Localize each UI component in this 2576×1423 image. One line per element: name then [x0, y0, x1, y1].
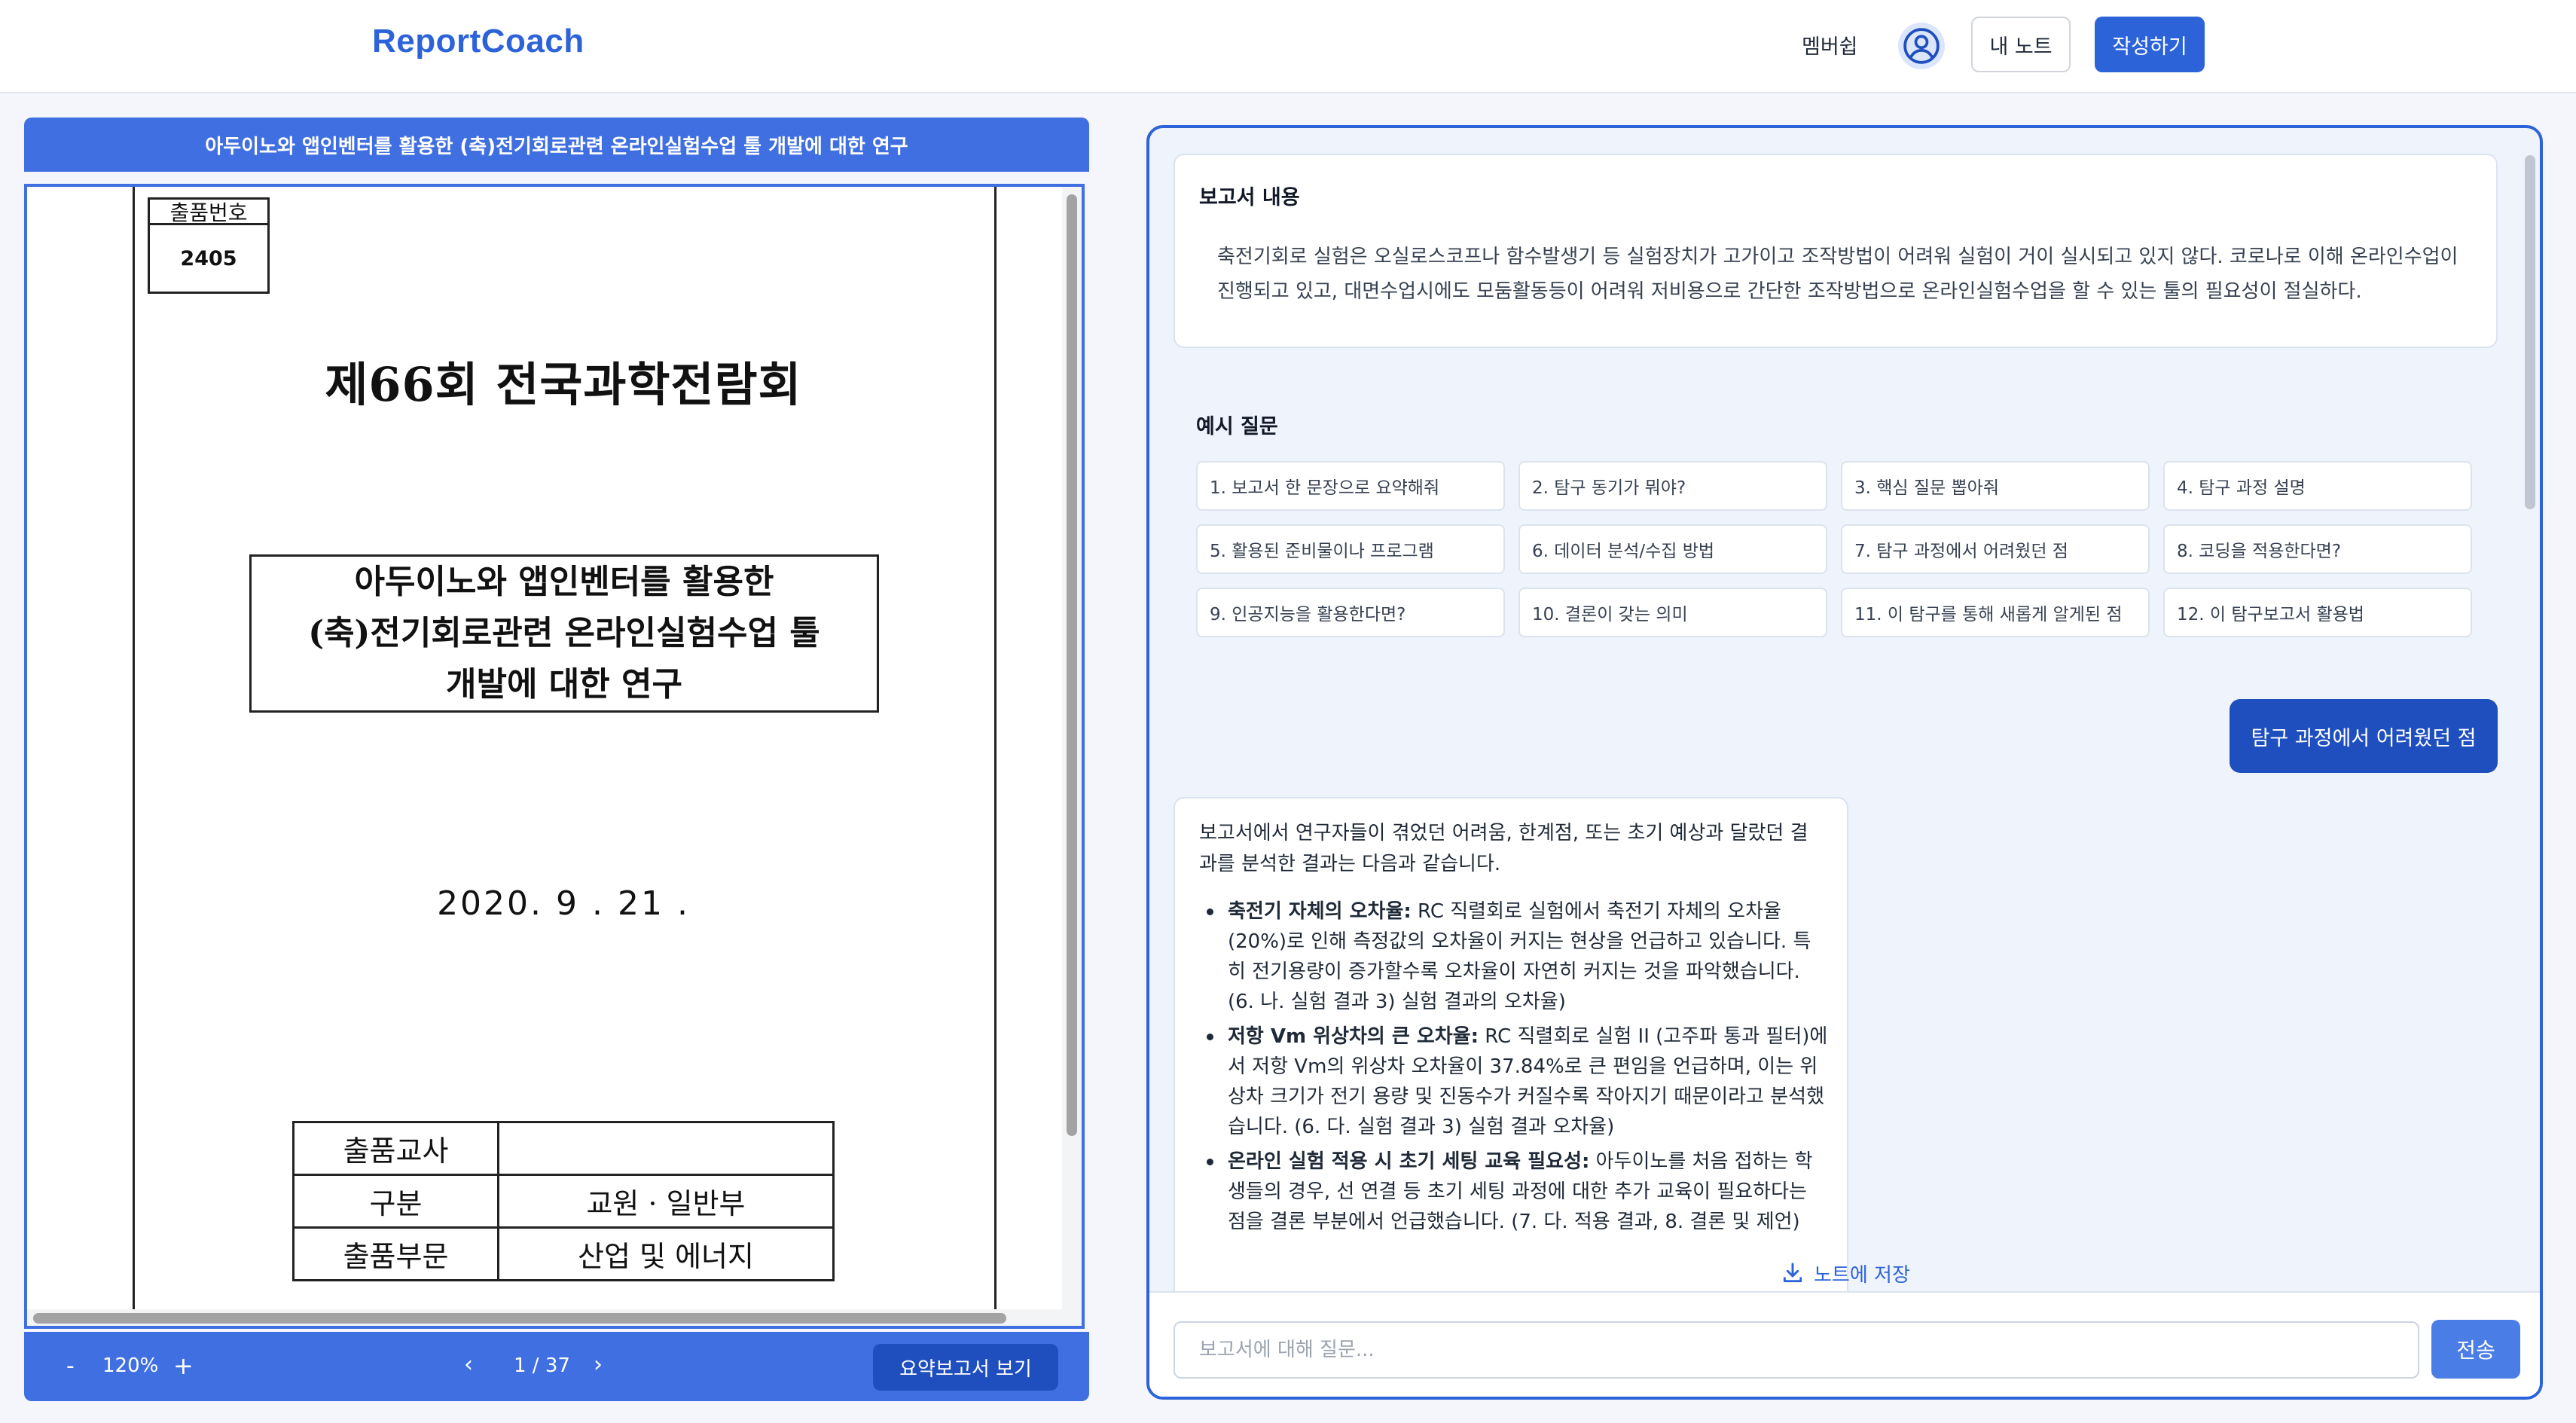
horizontal-scroll-thumb[interactable] [33, 1313, 1006, 1324]
report-card-body: 축전기회로 실험은 오실로스코프나 함수발생기 등 실험장치가 고가이고 조작방… [1217, 246, 2458, 303]
table-key: 출품부문 [292, 1226, 499, 1281]
example-question-chip[interactable]: 10. 결론이 갖는 의미 [1518, 588, 1827, 637]
next-page-button[interactable]: › [594, 1351, 603, 1378]
my-notes-button[interactable]: 내 노트 [1971, 17, 2071, 72]
answer-item-heading: 온라인 실험 적용 시 초기 세팅 교육 필요성: [1228, 1150, 1590, 1173]
vertical-scroll-thumb[interactable] [1067, 194, 1077, 1136]
example-question-chip[interactable]: 6. 데이터 분석/수집 방법 [1518, 524, 1827, 574]
pdf-viewer[interactable]: 출품번호 2405 제66회 전국과학전람회 아두이노와 앱인벤터를 활용한 (… [24, 184, 1085, 1329]
page-indicator: 1 / 37 [514, 1354, 570, 1377]
report-card-title: 보고서 내용 [1199, 186, 1300, 209]
answer-item-heading: 저항 Vm 위상차의 큰 오차율: [1228, 1025, 1479, 1048]
example-question-chip[interactable]: 8. 코딩을 적용한다면? [2163, 524, 2472, 574]
paper-title-box: 아두이노와 앱인벤터를 활용한 (축)전기회로관련 온라인실험수업 툴 개발에 … [249, 554, 879, 713]
entry-number-label: 출품번호 [150, 200, 267, 225]
app-logo[interactable]: ReportCoach [372, 23, 584, 60]
prev-page-button[interactable]: ‹ [464, 1351, 473, 1378]
table-value: 교원 · 일반부 [497, 1174, 835, 1229]
answer-item-heading: 축전기 자체의 오차율: [1228, 900, 1412, 923]
table-value [497, 1121, 835, 1176]
example-question-chip[interactable]: 12. 이 탐구보고서 활용법 [2163, 588, 2472, 637]
paper-title-line: 개발에 대한 연구 [446, 665, 682, 704]
example-question-chip[interactable]: 3. 핵심 질문 뽑아줘 [1841, 461, 2150, 511]
example-question-chip[interactable]: 11. 이 탐구를 통해 새롭게 알게된 점 [1841, 588, 2150, 637]
pdf-page: 출품번호 2405 제66회 전국과학전람회 아두이노와 앱인벤터를 활용한 (… [27, 187, 1062, 1309]
chat-panel: 보고서 내용 축전기회로 실험은 오실로스코프나 함수발생기 등 실험장치가 고… [1146, 125, 2543, 1400]
question-input[interactable] [1174, 1321, 2419, 1379]
save-to-notes-button[interactable]: 노트에 저장 [1781, 1258, 1910, 1288]
viewer-toolbar: - 120% + ‹ 1 / 37 › 요약보고서 보기 [24, 1332, 1089, 1401]
answer-intro: 보고서에서 연구자들이 겪었던 어려움, 한계점, 또는 초기 예상과 달랐던 … [1199, 822, 1808, 875]
table-row: 구분 교원 · 일반부 [292, 1174, 835, 1229]
paper-title-line: 아두이노와 앱인벤터를 활용한 [354, 563, 774, 601]
paper-title-line: (축)전기회로관련 온라인실험수업 툴 [308, 614, 820, 652]
nav-membership-link[interactable]: 멤버쉽 [1802, 30, 1858, 60]
entry-number-value: 2405 [180, 246, 237, 270]
example-question-chip[interactable]: 5. 활용된 준비물이나 프로그램 [1196, 524, 1505, 574]
view-summary-button[interactable]: 요약보고서 보기 [873, 1344, 1058, 1391]
document-panel: 아두이노와 앱인벤터를 활용한 (축)전기회로관련 온라인실험수업 툴 개발에 … [24, 118, 1089, 1401]
table-value: 산업 및 에너지 [497, 1226, 835, 1281]
table-key: 구분 [292, 1174, 499, 1229]
example-question-chip[interactable]: 2. 탐구 동기가 뭐야? [1518, 461, 1827, 511]
answer-list: 축전기 자체의 오차율: RC 직렬회로 실험에서 축전기 자체의 오차율(20… [1199, 896, 1829, 1241]
chat-scroll-thumb[interactable] [2525, 155, 2535, 509]
document-title: 아두이노와 앱인벤터를 활용한 (축)전기회로관련 온라인실험수업 툴 개발에 … [24, 118, 1089, 172]
conference-title: 제66회 전국과학전람회 [325, 357, 802, 412]
top-header: ReportCoach 멤버쉽 내 노트 작성하기 [0, 0, 2576, 93]
example-questions-title: 예시 질문 [1196, 415, 1278, 438]
write-button[interactable]: 작성하기 [2095, 17, 2205, 72]
chat-input-bar: 전송 [1149, 1291, 2540, 1397]
example-question-chip[interactable]: 7. 탐구 과정에서 어려웠던 점 [1841, 524, 2150, 574]
zoom-in-button[interactable]: + [173, 1351, 194, 1380]
send-button[interactable]: 전송 [2431, 1320, 2520, 1379]
zoom-level: 120% [102, 1354, 159, 1377]
list-item: 축전기 자체의 오차율: RC 직렬회로 실험에서 축전기 자체의 오차율(20… [1199, 896, 1829, 1017]
table-key: 출품교사 [292, 1121, 499, 1176]
avatar[interactable] [1898, 23, 1945, 69]
list-item: 저항 Vm 위상차의 큰 오차율: RC 직렬회로 실험 II (고주파 통과 … [1199, 1021, 1829, 1142]
report-summary-card: 보고서 내용 축전기회로 실험은 오실로스코프나 함수발생기 등 실험장치가 고… [1174, 154, 2498, 348]
save-to-notes-label: 노트에 저장 [1814, 1263, 1910, 1287]
assistant-answer-card: 보고서에서 연구자들이 겪었던 어려움, 한계점, 또는 초기 예상과 달랐던 … [1174, 797, 1848, 1309]
example-question-chip[interactable]: 1. 보고서 한 문장으로 요약해줘 [1196, 461, 1505, 511]
table-row: 출품교사 [292, 1121, 835, 1176]
list-item: 온라인 실험 적용 시 초기 세팅 교육 필요성: 아두이노를 처음 접하는 학… [1199, 1147, 1829, 1237]
page-border-right [994, 187, 997, 1309]
entry-info-table: 출품교사 구분 교원 · 일반부 출품부문 산업 및 에너지 [292, 1121, 835, 1281]
user-message-bubble: 탐구 과정에서 어려웠던 점 [2230, 699, 2498, 773]
entry-number-box: 출품번호 2405 [148, 197, 270, 294]
download-icon [1783, 1263, 1802, 1283]
zoom-out-button[interactable]: - [66, 1353, 75, 1379]
table-row: 출품부문 산업 및 에너지 [292, 1226, 835, 1281]
user-icon [1903, 28, 1940, 64]
submission-date: 2020. 9 . 21 . [437, 884, 690, 923]
example-question-chip[interactable]: 9. 인공지능을 활용한다면? [1196, 588, 1505, 637]
example-question-chip[interactable]: 4. 탐구 과정 설명 [2163, 461, 2472, 511]
